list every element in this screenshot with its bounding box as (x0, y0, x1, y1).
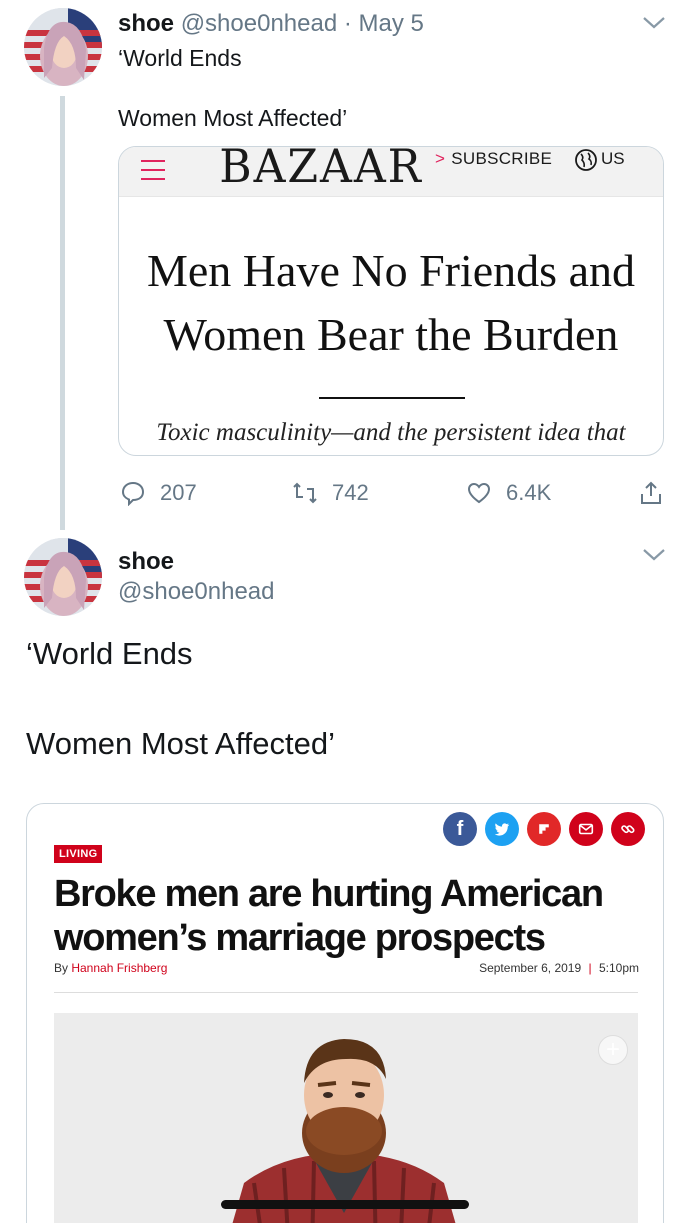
email-icon[interactable] (569, 812, 603, 846)
date-separator: | (588, 961, 592, 975)
heart-icon (467, 482, 491, 504)
time-text: 5:10pm (598, 961, 639, 975)
author-name[interactable]: shoe (118, 548, 174, 576)
article-headline: Broke men are hurting American women’s m… (54, 872, 654, 960)
hamburger-menu-icon (141, 153, 165, 180)
tweet-text-line: ‘World Ends (118, 45, 242, 71)
author-link: Hannah Frishberg (71, 961, 168, 975)
chevron-right-icon: > (435, 149, 446, 168)
link-preview-card[interactable]: f LIVING Broke men are hurting American … (26, 803, 664, 1223)
region-label: US (601, 149, 625, 168)
photo-image (54, 1013, 638, 1223)
chevron-down-icon[interactable] (642, 548, 666, 562)
like-button[interactable]: 6.4K (466, 478, 551, 508)
byline: By Hannah Frishberg (54, 961, 167, 975)
headline-line: Broke men are hurting American (54, 873, 604, 915)
subscribe-link: > SUBSCRIBE (435, 149, 552, 169)
article-dek: Toxic masculinity—and the persistent ide… (156, 419, 626, 446)
reply-button[interactable]: 207 (120, 478, 197, 508)
share-icon (641, 481, 661, 504)
reply-icon (121, 481, 145, 506)
link-icon[interactable] (611, 812, 645, 846)
headline-line: Women Bear the Burden (163, 309, 619, 360)
byline-prefix: By (54, 961, 72, 975)
avatar-image (24, 8, 102, 86)
author-handle[interactable]: @shoe0nhead (181, 10, 338, 37)
retweet-icon (293, 482, 317, 504)
subscribe-label: SUBSCRIBE (451, 149, 553, 168)
home-indicator (221, 1200, 469, 1209)
chevron-down-icon[interactable] (642, 16, 666, 30)
share-button[interactable] (638, 478, 678, 508)
author-handle[interactable]: @shoe0nhead (118, 578, 275, 606)
avatar[interactable] (24, 538, 102, 616)
reply-count: 207 (160, 480, 197, 505)
tweet-text-line: Women Most Affected’ (26, 726, 336, 761)
headline-line: women’s marriage prospects (54, 917, 546, 959)
site-logo: BAZAAR (219, 146, 423, 193)
like-count: 6.4K (506, 480, 552, 505)
flipboard-icon[interactable] (527, 812, 561, 846)
thread-line (60, 96, 65, 530)
divider (54, 992, 638, 993)
retweet-count: 742 (332, 480, 369, 505)
avatar[interactable] (24, 8, 102, 86)
divider (319, 397, 465, 399)
headline-line: Men Have No Friends and (146, 245, 635, 296)
avatar-image (24, 538, 102, 616)
retweet-button[interactable]: 742 (292, 478, 369, 508)
tweet-header: shoe @shoe0nhead · May 5 (118, 10, 424, 38)
tweet-text-line: ‘World Ends (26, 636, 193, 671)
facebook-icon[interactable]: f (443, 812, 477, 846)
section-tag: LIVING (54, 845, 103, 863)
link-preview-card[interactable]: BAZAAR > SUBSCRIBE US Men Have No Friends… (118, 146, 664, 456)
publish-date: September 6, 2019 | 5:10pm (479, 961, 639, 975)
author-name[interactable]: shoe (118, 10, 174, 37)
expand-image-icon[interactable]: + (598, 1035, 628, 1065)
twitter-icon[interactable] (485, 812, 519, 846)
tweet-date[interactable]: May 5 (359, 10, 424, 37)
article-photo: + (54, 1013, 638, 1223)
date-separator: · (337, 10, 359, 37)
tweet-text-line: Women Most Affected’ (118, 105, 348, 131)
date-text: September 6, 2019 (479, 961, 582, 975)
globe-icon (575, 149, 597, 171)
article-headline: Men Have No Friends and Women Bear the B… (119, 239, 663, 367)
